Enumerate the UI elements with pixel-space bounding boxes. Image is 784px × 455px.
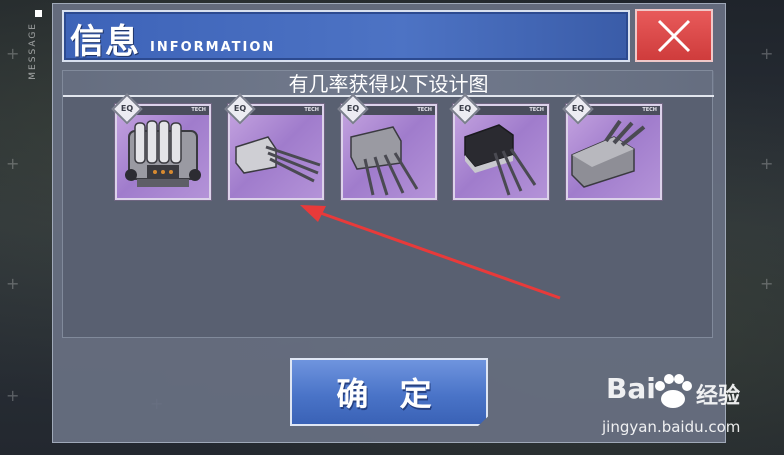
card-badge-label: EQ xyxy=(233,104,247,113)
card-badge-label: EQ xyxy=(346,104,360,113)
card-badge-label: EQ xyxy=(120,104,134,113)
panel-subtitle: 有几率获得以下设计图 xyxy=(63,71,714,97)
watermark-brand: Bai xyxy=(606,372,656,405)
watermark-brand-cn: 经验 xyxy=(696,384,741,409)
bg-cross-mark: + xyxy=(760,154,774,173)
dialog-title: 信息 xyxy=(70,22,140,62)
triple-gun-turret-light-icon xyxy=(235,136,321,183)
dialog-title-sub: INFORMATION xyxy=(150,40,276,55)
confirm-button[interactable]: 确 定 xyxy=(290,358,488,426)
bg-cross-mark: + xyxy=(6,274,20,293)
close-button[interactable] xyxy=(635,9,713,62)
bg-cross-mark: + xyxy=(6,154,20,173)
card-tech-tag: TECH xyxy=(642,107,657,113)
dialog-title-bar: 信息 INFORMATION xyxy=(62,10,630,62)
heavy-gun-turret-icon xyxy=(571,119,646,188)
side-message-label: MESSAGE xyxy=(28,22,38,80)
close-icon xyxy=(657,19,691,52)
bg-cross-mark: + xyxy=(760,44,774,63)
paw-logo-icon xyxy=(655,374,692,408)
triple-gun-turret-dark-icon xyxy=(464,124,537,196)
card-tech-tag: TECH xyxy=(529,107,544,113)
confirm-button-label: 确 定 xyxy=(336,375,442,413)
watermark: Bai 经验 jingyan.baidu.com xyxy=(600,372,750,442)
card-tech-tag: TECH xyxy=(417,107,432,113)
bg-cross-mark: + xyxy=(6,44,20,63)
armor-plate-blueprint-icon xyxy=(125,120,201,187)
bg-cross-mark: + xyxy=(6,386,20,405)
card-badge-label: EQ xyxy=(458,104,472,113)
quad-gun-turret-icon xyxy=(350,126,419,196)
watermark-url: jingyan.baidu.com xyxy=(602,418,741,436)
card-tech-tag: TECH xyxy=(191,107,206,113)
bg-cross-mark: + xyxy=(760,274,774,293)
message-marker xyxy=(35,10,42,17)
blueprint-panel: 有几率获得以下设计图 TECH EQ TECH EQ TECH EQ TECH … xyxy=(62,70,714,338)
card-badge-label: EQ xyxy=(571,104,585,113)
card-tech-tag: TECH xyxy=(304,107,319,113)
